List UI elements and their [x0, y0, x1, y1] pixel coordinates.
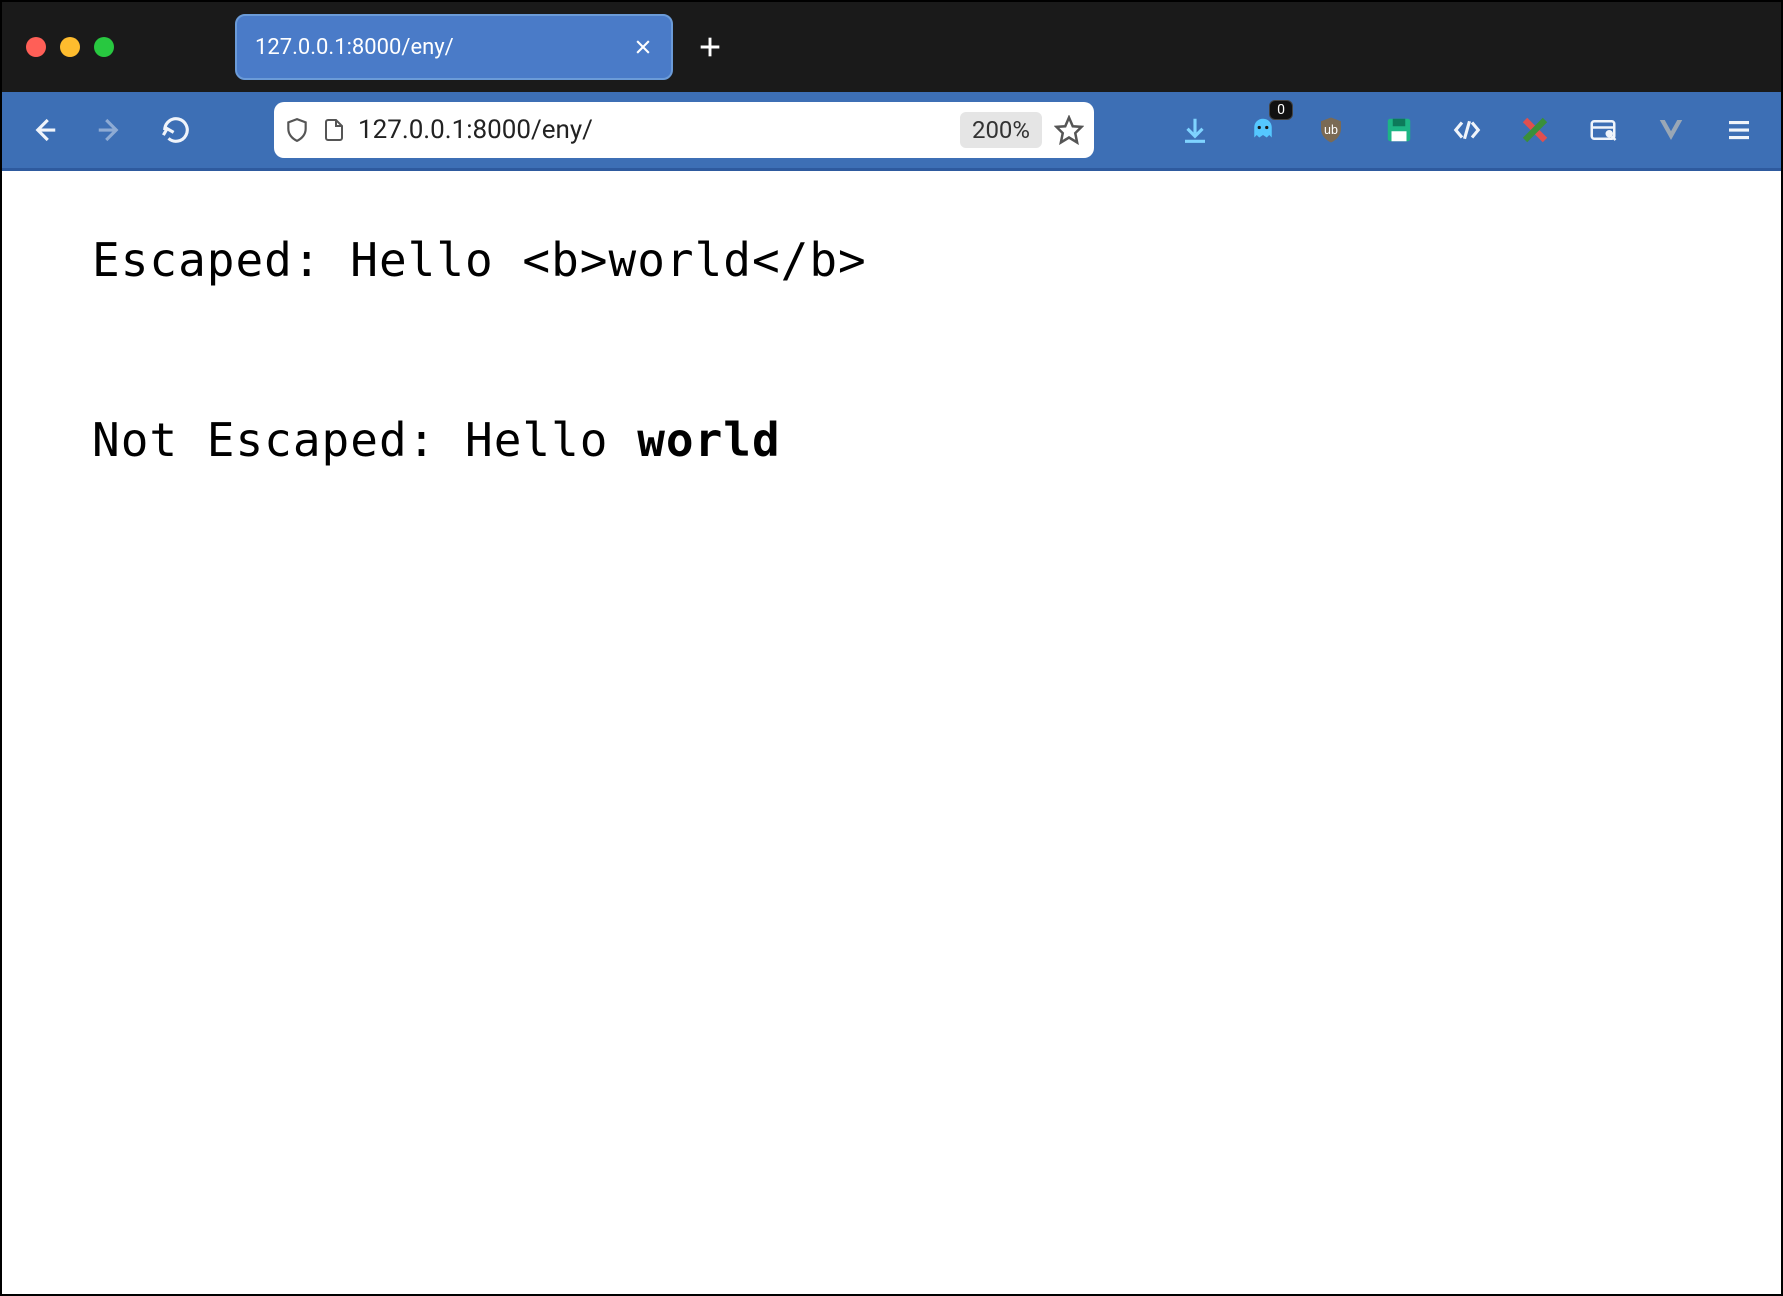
url-text: 127.0.0.1:8000/eny/ [358, 115, 948, 145]
hamburger-menu-icon[interactable] [1721, 112, 1757, 148]
maximize-window-button[interactable] [94, 37, 114, 57]
address-bar[interactable]: 127.0.0.1:8000/eny/ 200% [274, 102, 1094, 158]
noscript-extension-icon[interactable] [1517, 112, 1553, 148]
unescaped-label: Not Escaped: [92, 413, 465, 467]
extension-badge-count: 0 [1269, 100, 1293, 120]
forward-button[interactable] [82, 102, 138, 158]
close-window-button[interactable] [26, 37, 46, 57]
zoom-level-badge[interactable]: 200% [960, 112, 1042, 148]
shield-icon[interactable] [284, 117, 310, 143]
unescaped-bold: world [637, 413, 780, 467]
ublock-extension-icon[interactable]: ub [1313, 112, 1349, 148]
escaped-label: Escaped: [92, 233, 350, 287]
unescaped-output-line: Not Escaped: Hello world [92, 411, 1691, 471]
tab-strip: 127.0.0.1:8000/eny/ [235, 14, 729, 80]
tab-title: 127.0.0.1:8000/eny/ [255, 35, 621, 60]
container-extension-icon[interactable] [1585, 112, 1621, 148]
close-tab-icon[interactable] [633, 37, 653, 57]
vue-extension-icon[interactable] [1653, 112, 1689, 148]
escaped-output-line: Escaped: Hello <b>world</b> [92, 231, 1691, 291]
browser-tab-active[interactable]: 127.0.0.1:8000/eny/ [235, 14, 673, 80]
new-tab-button[interactable] [691, 28, 729, 66]
page-viewport: Escaped: Hello <b>world</b> Not Escaped:… [2, 171, 1781, 1294]
page-info-icon[interactable] [322, 117, 346, 143]
nav-toolbar: 127.0.0.1:8000/eny/ 200% 0 ub [2, 92, 1781, 171]
downloads-icon[interactable] [1177, 112, 1213, 148]
reload-button[interactable] [148, 102, 204, 158]
window-controls [26, 37, 114, 57]
escaped-value: Hello <b>world</b> [350, 233, 867, 287]
unescaped-plain: Hello [465, 413, 637, 467]
save-extension-icon[interactable] [1381, 112, 1417, 148]
toolbar-extensions: 0 ub [1177, 112, 1767, 148]
devtools-icon[interactable] [1449, 112, 1485, 148]
back-button[interactable] [16, 102, 72, 158]
svg-text:ub: ub [1324, 123, 1338, 137]
minimize-window-button[interactable] [60, 37, 80, 57]
ghost-extension-icon[interactable]: 0 [1245, 112, 1281, 148]
bookmark-star-icon[interactable] [1054, 115, 1084, 145]
titlebar: 127.0.0.1:8000/eny/ [2, 2, 1781, 92]
